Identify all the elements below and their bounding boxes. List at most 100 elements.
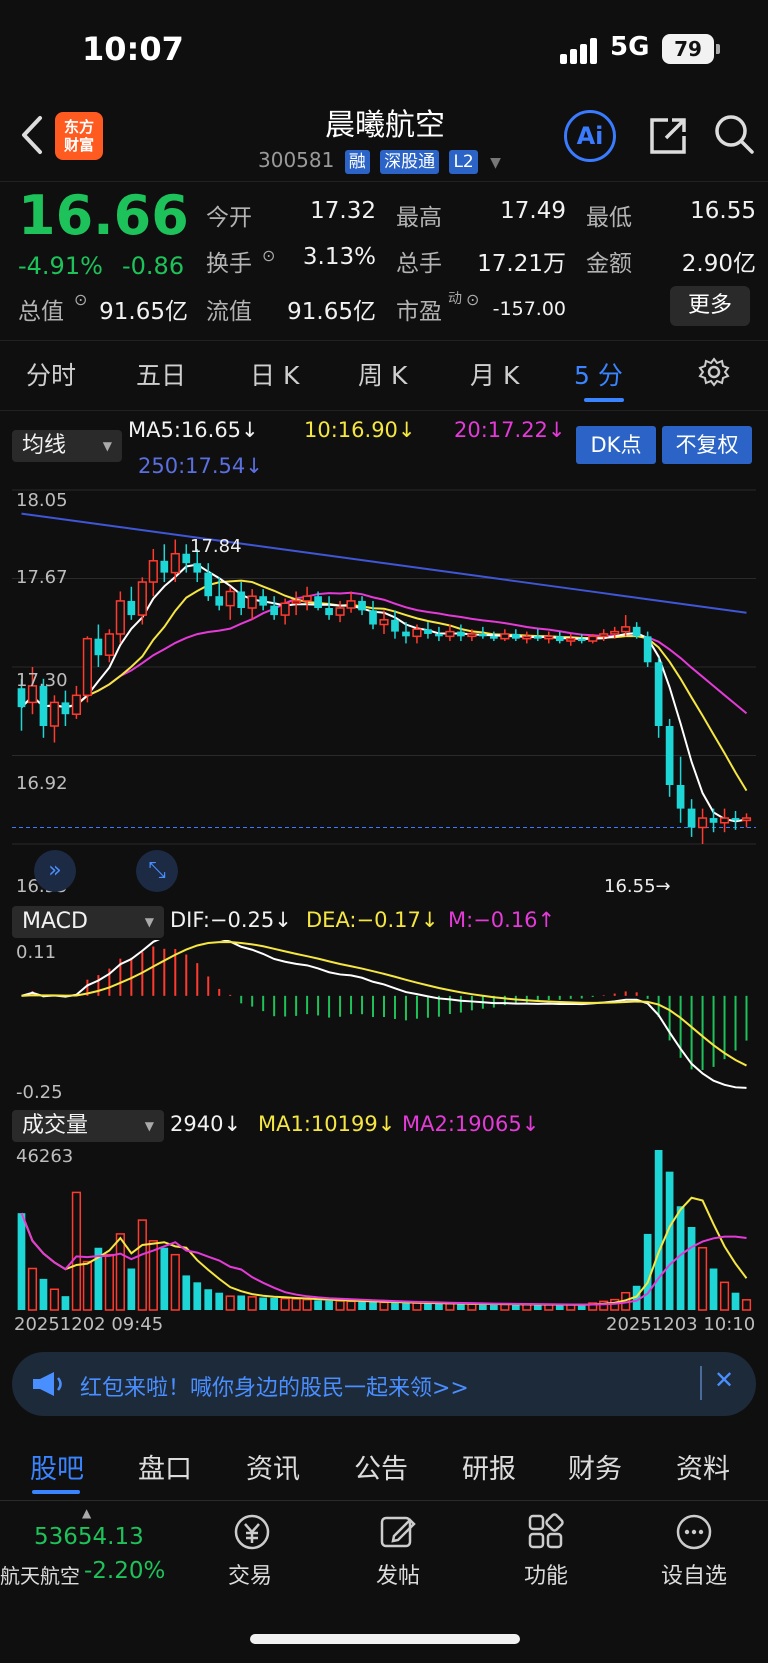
caret-up-icon: ▲ bbox=[82, 1506, 92, 1520]
volume-bar bbox=[237, 1295, 246, 1310]
dk-point-button[interactable]: DK点 bbox=[576, 426, 656, 464]
candle-body bbox=[346, 600, 356, 609]
tab-research[interactable]: 研报 bbox=[462, 1447, 516, 1486]
tab-week-k[interactable]: 周 K bbox=[358, 356, 407, 392]
volume-bar bbox=[61, 1296, 70, 1310]
index-value[interactable]: 53654.13 bbox=[34, 1524, 144, 1550]
candle-body bbox=[82, 637, 92, 697]
volume-selector[interactable]: 成交量 ▼ bbox=[12, 1110, 164, 1142]
tab-pankou[interactable]: 盘口 bbox=[138, 1447, 192, 1486]
function-grid-icon[interactable] bbox=[526, 1512, 566, 1552]
tabs-divider bbox=[0, 410, 768, 411]
candle-body bbox=[610, 630, 620, 635]
dock-divider bbox=[0, 1500, 768, 1501]
candle-body bbox=[697, 817, 708, 829]
volume-bar bbox=[467, 1303, 477, 1311]
pe-value: -157.00 bbox=[492, 298, 566, 320]
expand-left-icon[interactable]: » bbox=[34, 850, 76, 892]
pe-superscript: 动 bbox=[448, 291, 462, 307]
tab-intraday[interactable]: 分时 bbox=[26, 356, 76, 392]
candle-body bbox=[247, 595, 257, 609]
float-value: 91.65亿 bbox=[287, 299, 376, 325]
tab-5min[interactable]: 5 分 bbox=[574, 356, 623, 392]
turnover-label: 换手 bbox=[206, 251, 252, 277]
candle-body bbox=[160, 560, 169, 573]
candle-body bbox=[522, 635, 532, 640]
tab-finance[interactable]: 财务 bbox=[568, 1447, 622, 1486]
candle-body bbox=[204, 572, 213, 597]
volume-selector-label: 成交量 bbox=[22, 1113, 89, 1138]
active-tab-indicator bbox=[584, 398, 624, 402]
macd-chart bbox=[21, 940, 748, 1089]
post-edit-icon[interactable] bbox=[378, 1512, 418, 1552]
time-start: 20251202 09:45 bbox=[14, 1314, 164, 1335]
candle-body bbox=[687, 808, 696, 828]
tab-five-day[interactable]: 五日 bbox=[136, 356, 186, 392]
candle-body bbox=[424, 629, 432, 634]
volume-bar bbox=[137, 1219, 147, 1311]
tab-month-k[interactable]: 月 K bbox=[470, 356, 519, 392]
dock-watchlist[interactable]: 设自选 bbox=[644, 1558, 744, 1590]
tab-announcements[interactable]: 公告 bbox=[354, 1447, 408, 1486]
volume-bar bbox=[49, 1288, 60, 1311]
close-icon[interactable]: ✕ bbox=[714, 1366, 734, 1394]
volume-bar bbox=[27, 1267, 38, 1311]
settings-gear-icon[interactable] bbox=[698, 356, 730, 388]
back-icon[interactable] bbox=[18, 110, 48, 160]
no-adjust-button[interactable]: 不复权 bbox=[662, 426, 752, 464]
amount-label: 金额 bbox=[586, 251, 632, 277]
candle-body bbox=[731, 818, 740, 821]
index-name[interactable]: 航天航空 bbox=[0, 1560, 80, 1589]
trade-yen-icon[interactable] bbox=[230, 1512, 274, 1552]
volume-bar bbox=[697, 1246, 708, 1311]
stock-name: 晨曦航空 bbox=[325, 108, 445, 143]
tab-guba[interactable]: 股吧 bbox=[30, 1447, 84, 1486]
banner-text[interactable]: 红包来啦！喊你身边的股民一起来领>> bbox=[80, 1370, 469, 1402]
candle-body bbox=[445, 630, 455, 638]
volume-bar bbox=[302, 1298, 312, 1311]
candle-body bbox=[643, 636, 652, 663]
fullscreen-icon[interactable]: ⤡ bbox=[136, 850, 178, 892]
high-label: 最高 bbox=[396, 205, 442, 231]
info-dots-icon: ⊙ bbox=[74, 290, 88, 309]
dock-post[interactable]: 发帖 bbox=[348, 1558, 448, 1590]
ai-button[interactable]: Ai bbox=[564, 110, 616, 162]
share-icon[interactable] bbox=[646, 114, 690, 158]
candle-body bbox=[94, 638, 103, 656]
candle-body bbox=[741, 817, 752, 822]
battery-icon: 79 bbox=[662, 34, 714, 64]
macd-selector-label: MACD bbox=[22, 909, 88, 934]
index-change[interactable]: -2.20% bbox=[84, 1558, 165, 1584]
candle-body bbox=[566, 637, 576, 642]
info-dots-icon: ⊙ bbox=[466, 290, 480, 309]
search-icon[interactable] bbox=[712, 112, 756, 156]
volume-current: 2940↓ bbox=[170, 1112, 242, 1136]
home-indicator bbox=[250, 1634, 520, 1644]
candle-body bbox=[544, 635, 554, 640]
more-button[interactable]: 更多 bbox=[670, 286, 750, 326]
candlestick-chart[interactable] bbox=[0, 484, 768, 904]
ma-selector[interactable]: 均线 ▼ bbox=[12, 430, 122, 462]
candle-body bbox=[270, 605, 278, 616]
candle-body bbox=[325, 608, 333, 616]
watchlist-dots-icon[interactable] bbox=[674, 1512, 714, 1552]
volume-bar bbox=[665, 1171, 674, 1310]
candle-body bbox=[225, 590, 235, 607]
candle-body bbox=[17, 688, 26, 708]
tab-news[interactable]: 资讯 bbox=[246, 1447, 300, 1486]
tab-day-k[interactable]: 日 K bbox=[250, 356, 299, 392]
volume-bar bbox=[193, 1282, 202, 1310]
dock-function[interactable]: 功能 bbox=[496, 1558, 596, 1590]
dock-trade[interactable]: 交易 bbox=[200, 1558, 300, 1590]
volume-bar bbox=[479, 1304, 487, 1310]
candle-body bbox=[280, 602, 290, 616]
change-percent: -4.91% bbox=[18, 252, 103, 280]
candle-body bbox=[533, 636, 542, 639]
macd-axis-top: 0.11 bbox=[16, 942, 57, 963]
tag-margin: 融 bbox=[344, 150, 370, 174]
ma5-label: MA5:16.65↓ bbox=[128, 418, 259, 442]
dropdown-caret-icon[interactable]: ▼ bbox=[490, 155, 501, 171]
tab-profile[interactable]: 资料 bbox=[676, 1447, 730, 1486]
volume-axis-top: 46263 bbox=[16, 1146, 74, 1167]
macd-selector[interactable]: MACD ▼ bbox=[12, 906, 164, 938]
